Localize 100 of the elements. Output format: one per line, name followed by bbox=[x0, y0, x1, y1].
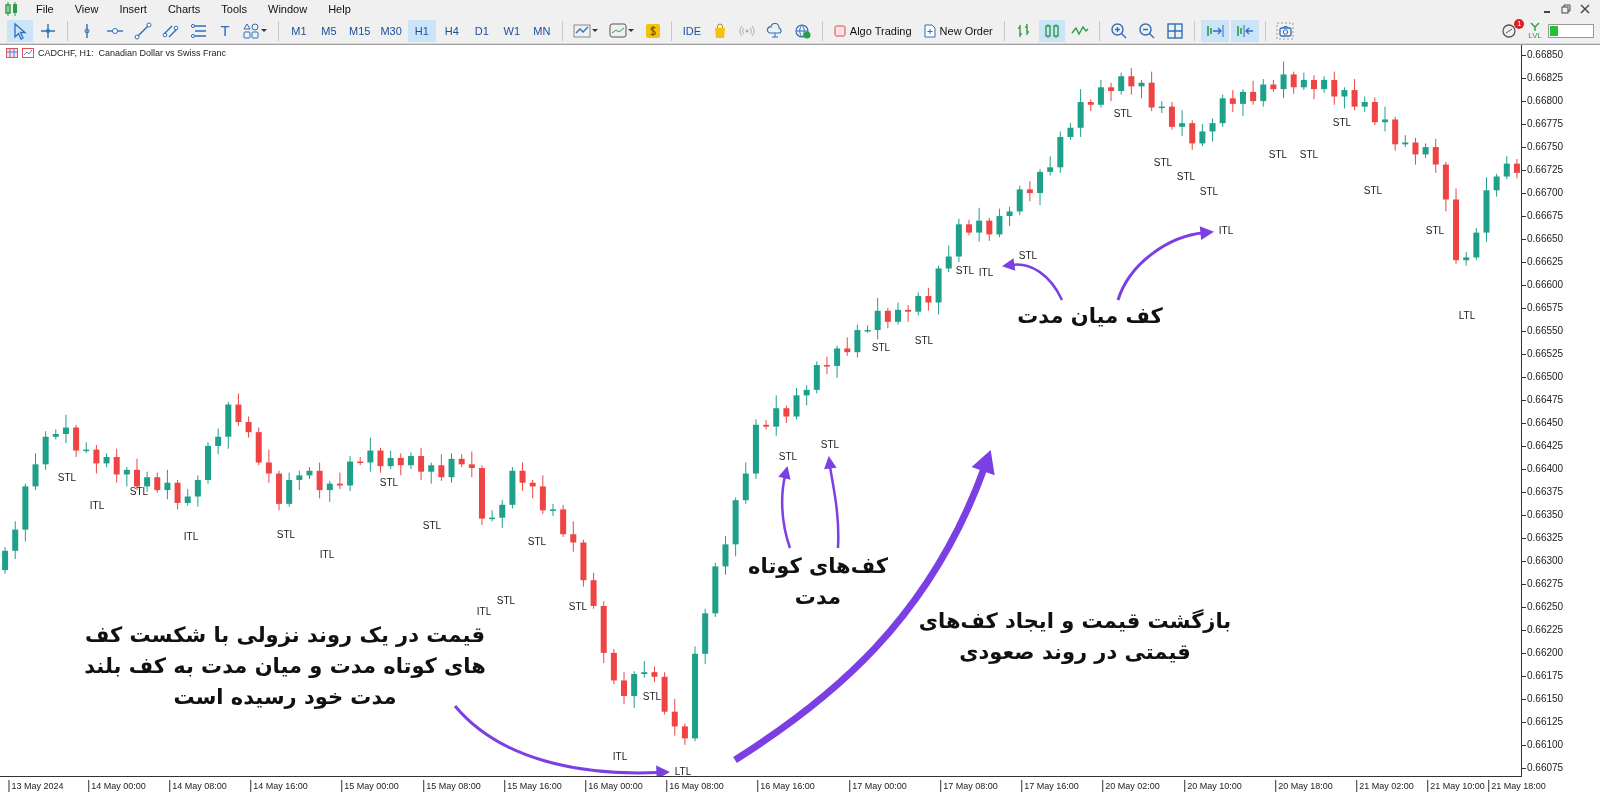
timeframe-button[interactable]: D1 bbox=[467, 19, 496, 42]
swing-low-label: STL bbox=[1425, 225, 1445, 236]
timeframe-button[interactable]: H4 bbox=[437, 19, 466, 42]
price-label: 0.66100 bbox=[1527, 737, 1564, 752]
price-label: 0.66450 bbox=[1527, 415, 1564, 430]
price-label: 0.66375 bbox=[1527, 484, 1564, 499]
time-label: 20 May 02:00 bbox=[1102, 780, 1160, 792]
annotation-text: قیمت در یک روند نزولی با شکست کف های کوتاه مدت و میان مدت به کف بلند مدت خود رسیده است bbox=[84, 622, 486, 711]
swing-low-label: ITL bbox=[612, 751, 628, 762]
time-label: 16 May 00:00 bbox=[585, 780, 643, 792]
price-label: 0.66675 bbox=[1527, 209, 1564, 224]
timeframe-button[interactable]: M1 bbox=[285, 19, 313, 42]
time-label: 14 May 16:00 bbox=[250, 780, 308, 792]
menu-item[interactable]: File bbox=[26, 3, 65, 15]
swing-low-label: STL bbox=[527, 536, 547, 547]
menu-item[interactable]: Window bbox=[258, 3, 319, 15]
time-label: 20 May 10:00 bbox=[1184, 780, 1242, 792]
price-label: 0.66725 bbox=[1527, 163, 1564, 178]
swing-low-label: STL bbox=[1176, 171, 1196, 182]
swing-low-label: STL bbox=[496, 595, 516, 606]
price-label: 0.66225 bbox=[1527, 622, 1564, 637]
chart-title: CADCHF, H1: Canadian Dollar vs Swiss Franc bbox=[38, 48, 227, 58]
menu-item[interactable]: Charts bbox=[157, 3, 212, 15]
price-label: 0.66400 bbox=[1527, 461, 1564, 476]
swing-low-label: STL bbox=[871, 342, 891, 353]
time-label: 14 May 08:00 bbox=[169, 780, 227, 792]
timeframe-button[interactable]: M5 bbox=[315, 19, 343, 42]
swing-low-label: STL bbox=[1268, 149, 1288, 160]
swing-low-label: ITL bbox=[1218, 225, 1234, 236]
time-label: 17 May 08:00 bbox=[940, 780, 998, 792]
timeframe-button[interactable]: H1 bbox=[407, 19, 436, 42]
swing-low-label: STL bbox=[1153, 157, 1173, 168]
swing-low-label: ITL bbox=[476, 606, 492, 617]
time-label: 21 May 02:00 bbox=[1356, 780, 1414, 792]
time-label: 13 May 2024 bbox=[8, 780, 64, 792]
price-label: 0.66425 bbox=[1527, 438, 1564, 453]
swing-low-label: STL bbox=[57, 472, 77, 483]
price-label: 0.66775 bbox=[1527, 117, 1564, 132]
new-order-button[interactable]: New Order bbox=[918, 19, 998, 42]
price-label: 0.66200 bbox=[1527, 645, 1564, 660]
price-label: 0.66800 bbox=[1527, 94, 1564, 109]
annotation-text: کف‌های کوتاه مدت bbox=[748, 553, 888, 611]
timeframe-button[interactable]: M30 bbox=[376, 19, 406, 42]
price-label: 0.66575 bbox=[1527, 301, 1564, 315]
swing-low-label: STL bbox=[1332, 117, 1352, 128]
price-label: 0.66325 bbox=[1527, 530, 1564, 545]
menu-item[interactable]: Tools bbox=[211, 3, 258, 15]
time-label: 17 May 16:00 bbox=[1021, 780, 1079, 792]
swing-low-label: STL bbox=[642, 691, 662, 702]
time-label: 21 May 18:00 bbox=[1488, 780, 1546, 792]
swing-low-label: STL bbox=[820, 439, 840, 450]
swing-low-label: STL bbox=[276, 529, 296, 540]
price-label: 0.66850 bbox=[1527, 48, 1564, 63]
price-label: 0.66300 bbox=[1527, 553, 1564, 568]
time-label: 15 May 00:00 bbox=[341, 780, 399, 792]
price-label: 0.66500 bbox=[1527, 369, 1564, 384]
time-label: 15 May 08:00 bbox=[423, 780, 481, 792]
price-label: 0.66750 bbox=[1527, 140, 1564, 155]
price-label: 0.66175 bbox=[1527, 668, 1564, 683]
swing-low-label: STL bbox=[914, 335, 934, 346]
swing-low-label: LTL bbox=[1458, 310, 1476, 321]
timeframe-button[interactable]: M15 bbox=[345, 19, 375, 42]
swing-low-label: ITL bbox=[89, 500, 105, 511]
timeframe-button[interactable]: MN bbox=[527, 19, 556, 42]
swing-low-label: STL bbox=[379, 477, 399, 488]
price-label: 0.66075 bbox=[1527, 760, 1564, 775]
algo-trading-button[interactable]: Algo Trading bbox=[828, 19, 917, 42]
time-label: 15 May 16:00 bbox=[504, 780, 562, 792]
time-label: 21 May 10:00 bbox=[1427, 780, 1485, 792]
menu-item[interactable]: Insert bbox=[109, 3, 158, 15]
swing-low-label: ITL bbox=[319, 549, 335, 560]
price-label: 0.66150 bbox=[1527, 691, 1564, 706]
swing-low-label: STL bbox=[129, 486, 149, 497]
price-label: 0.66350 bbox=[1527, 507, 1564, 522]
price-label: 0.66600 bbox=[1527, 278, 1564, 292]
level-label: LVL bbox=[1528, 31, 1542, 40]
timeframe-button[interactable]: W1 bbox=[497, 19, 526, 42]
price-label: 0.66550 bbox=[1527, 324, 1564, 338]
swing-low-label: STL bbox=[568, 601, 588, 612]
swing-low-label: LTL bbox=[674, 766, 692, 776]
text-tool-button[interactable]: T bbox=[214, 19, 236, 42]
notification-count: 1 bbox=[1513, 18, 1525, 29]
price-label: 0.66250 bbox=[1527, 599, 1564, 614]
swing-low-label: STL bbox=[1018, 250, 1038, 261]
notifications-button[interactable]: 1 bbox=[1497, 19, 1522, 42]
menu-item[interactable]: View bbox=[64, 3, 110, 15]
time-label: 20 May 18:00 bbox=[1275, 780, 1333, 792]
swing-low-label: ITL bbox=[978, 267, 994, 278]
price-label: 0.66700 bbox=[1527, 186, 1564, 201]
price-label: 0.66825 bbox=[1527, 71, 1564, 86]
price-label: 0.66525 bbox=[1527, 347, 1564, 361]
price-label: 0.66275 bbox=[1527, 576, 1564, 591]
ide-button[interactable]: IDE bbox=[677, 19, 706, 42]
swing-low-label: STL bbox=[1299, 149, 1319, 160]
menu-item[interactable]: Help bbox=[318, 3, 362, 15]
time-label: 16 May 08:00 bbox=[666, 780, 724, 792]
price-label: 0.66625 bbox=[1527, 255, 1564, 269]
price-label: 0.66125 bbox=[1527, 714, 1564, 729]
price-label: 0.66475 bbox=[1527, 392, 1564, 407]
time-label: 14 May 00:00 bbox=[88, 780, 146, 792]
